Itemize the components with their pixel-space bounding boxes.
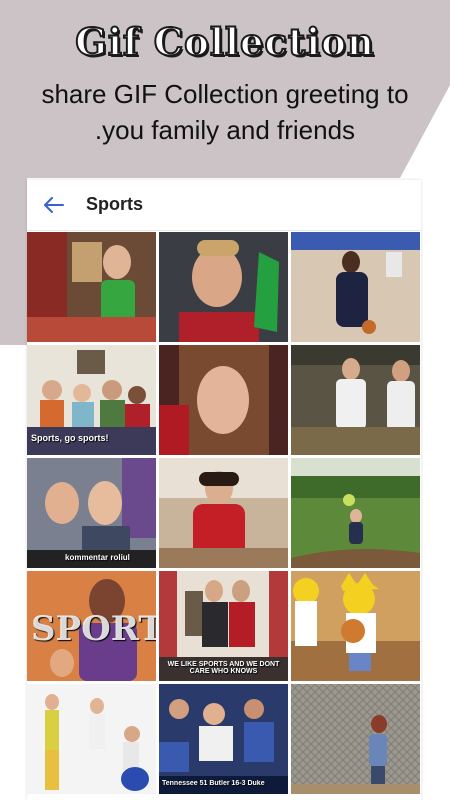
promo-banner: Gif Collection share GIF Collection gree… xyxy=(0,0,450,175)
gif-tile-woman-tracksuit[interactable] xyxy=(159,458,288,568)
gif-tile-man-green-shirt[interactable] xyxy=(27,232,156,342)
gif-tile-kid-fence[interactable] xyxy=(291,684,420,794)
gif-caption: kommentar roliul xyxy=(65,553,130,562)
gif-tile-woman-close-up[interactable] xyxy=(159,345,288,455)
promo-subtitle: share GIF Collection greeting to .you fa… xyxy=(0,76,450,148)
gif-tile-simpsons[interactable] xyxy=(291,571,420,681)
gif-tile-smiling-man[interactable] xyxy=(159,232,288,342)
gif-tile-toddler-frisbee[interactable] xyxy=(291,458,420,568)
promo-title: Gif Collection xyxy=(74,19,375,65)
gif-tile-stadium-crowd[interactable]: Tennessee 51 Butler 16-3 Duke xyxy=(159,684,288,794)
gif-tile-basketball[interactable] xyxy=(291,232,420,342)
gif-tile-baseball-dugout[interactable] xyxy=(291,345,420,455)
gif-caption: SPORTS xyxy=(31,609,156,649)
gif-tile-players-21[interactable]: WE LIKE SPORTS AND WE DONT CARE WHO KNOW… xyxy=(159,571,288,681)
toolbar-title: Sports xyxy=(86,194,144,214)
promo-subtitle-line-1: share GIF Collection greeting to xyxy=(41,79,409,109)
back-button[interactable] xyxy=(35,186,73,224)
gif-caption: Tennessee 51 Butler 16-3 Duke xyxy=(162,780,265,787)
gif-tile-family-couch[interactable]: Sports, go sports! xyxy=(27,345,156,455)
arrow-left-icon xyxy=(44,197,64,213)
gif-tile-fan-yelling[interactable]: kommentar roliul xyxy=(27,458,156,568)
toolbar: Sports xyxy=(27,180,421,231)
promo-subtitle-line-2: .you family and friends xyxy=(94,115,356,145)
gif-caption: Sports, go sports! xyxy=(31,433,109,443)
gif-tile-retro-exercise[interactable] xyxy=(27,684,156,794)
gif-tile-sports-18[interactable]: SPORTS xyxy=(27,571,156,681)
app-screen: Sports Sports, go sports! kommentar roli… xyxy=(27,180,421,800)
gif-caption: WE LIKE SPORTS AND WE DONT CARE WHO KNOW… xyxy=(167,661,280,675)
